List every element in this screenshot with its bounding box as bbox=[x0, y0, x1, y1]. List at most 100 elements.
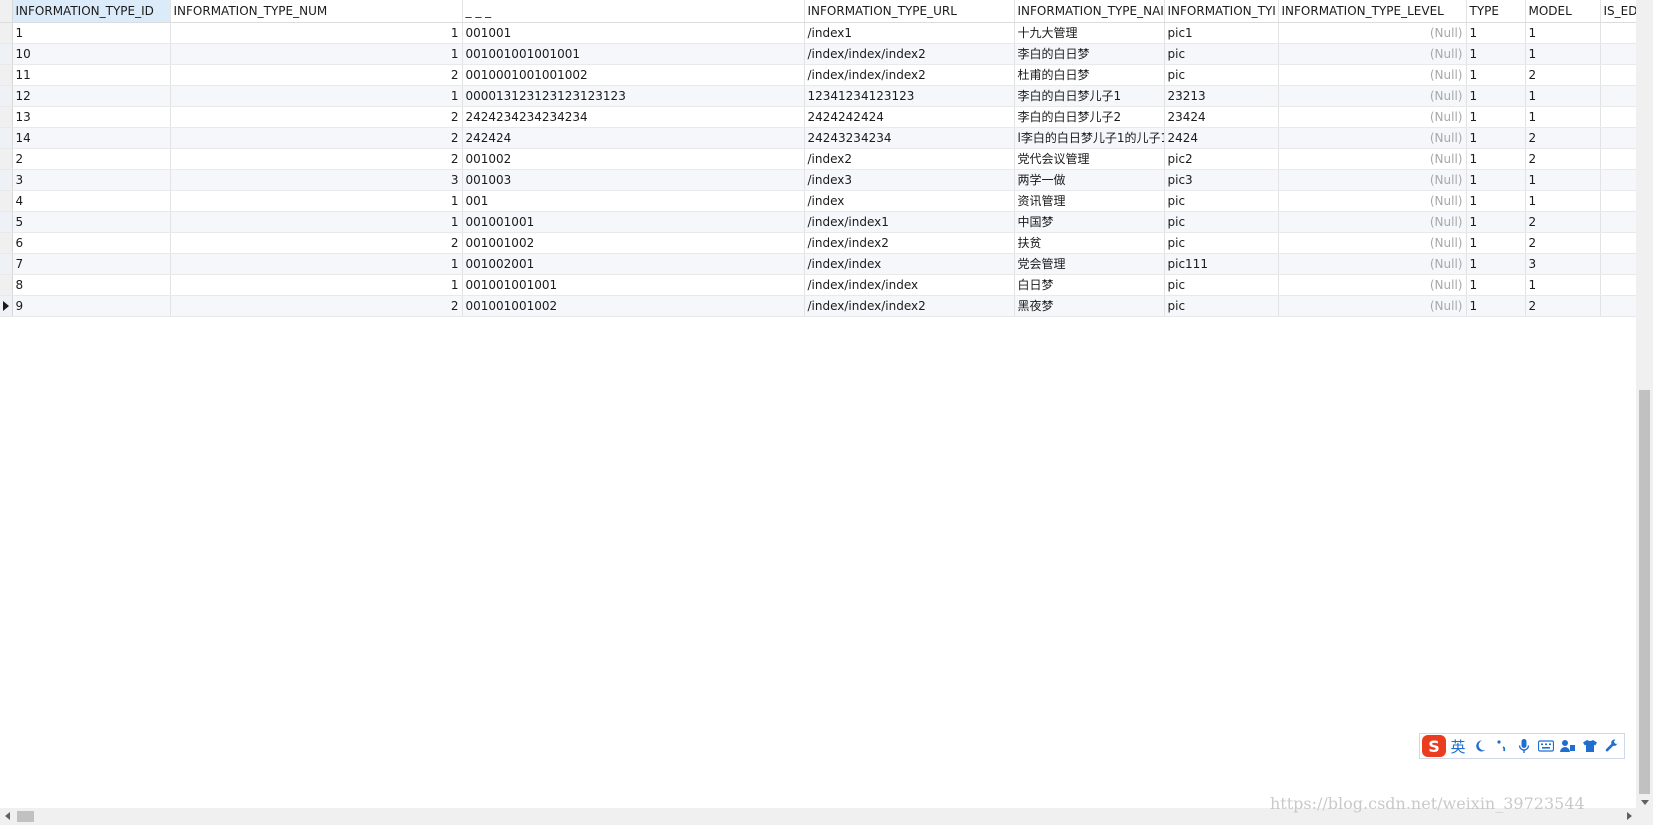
cell-is-edit[interactable] bbox=[1600, 43, 1636, 65]
cell-level[interactable]: (Null) bbox=[1278, 274, 1467, 296]
cell-level[interactable]: (Null) bbox=[1278, 190, 1467, 212]
cell-type[interactable]: 1 bbox=[1466, 169, 1526, 191]
cell-name[interactable]: 李白的白日梦 bbox=[1014, 43, 1165, 65]
cell-name[interactable]: 中国梦 bbox=[1014, 211, 1165, 233]
scroll-down-arrow-icon[interactable] bbox=[1641, 800, 1649, 805]
cell-level[interactable]: (Null) bbox=[1278, 253, 1467, 275]
cell-code[interactable]: 001001001001001 bbox=[462, 43, 805, 65]
cell-model[interactable]: 1 bbox=[1525, 85, 1601, 107]
cell-url[interactable]: /index/index bbox=[804, 253, 1015, 275]
cell-id[interactable]: 12 bbox=[12, 85, 171, 107]
column-header-level[interactable]: INFORMATION_TYPE_LEVEL bbox=[1278, 0, 1467, 23]
cell-num[interactable]: 1 bbox=[170, 85, 463, 107]
row-indicator[interactable] bbox=[0, 43, 13, 65]
punctuation-icon[interactable] bbox=[1492, 735, 1512, 757]
cell-model[interactable]: 2 bbox=[1525, 127, 1601, 149]
table-row[interactable]: 5 1 001001001/index/index1 中国梦 pic (Null) 1 2 bbox=[0, 211, 1636, 233]
horizontal-scroll-thumb[interactable] bbox=[17, 811, 34, 822]
row-indicator[interactable] bbox=[0, 148, 13, 170]
cell-type[interactable]: 1 bbox=[1466, 127, 1526, 149]
cell-id[interactable]: 6 bbox=[12, 232, 171, 254]
table-row[interactable]: 7 1 001002001/index/index 党会管理 pic111 (Null) 1… bbox=[0, 253, 1636, 275]
cell-level[interactable]: (Null) bbox=[1278, 43, 1467, 65]
cell-num[interactable]: 2 bbox=[170, 148, 463, 170]
cell-id[interactable]: 1 bbox=[12, 22, 171, 44]
cell-type[interactable]: 1 bbox=[1466, 43, 1526, 65]
vertical-scroll-thumb[interactable] bbox=[1639, 390, 1650, 794]
cell-type[interactable]: 1 bbox=[1466, 190, 1526, 212]
cell-type[interactable]: 1 bbox=[1466, 85, 1526, 107]
cell-code[interactable]: 001001001 bbox=[462, 211, 805, 233]
cell-type[interactable]: 1 bbox=[1466, 274, 1526, 296]
cell-num[interactable]: 2 bbox=[170, 127, 463, 149]
table-row[interactable]: 10 1 001001001001001/index/index/index2 李白的… bbox=[0, 43, 1636, 65]
row-indicator[interactable] bbox=[0, 253, 13, 275]
cell-name[interactable]: 李白的白日梦儿子2 bbox=[1014, 106, 1165, 128]
cell-code[interactable]: 001001001001 bbox=[462, 274, 805, 296]
ime-toolbar[interactable]: S 英 bbox=[1419, 733, 1625, 759]
table-row[interactable]: 6 2 001001002/index/index2 扶贫 pic (Null) 1 2 bbox=[0, 232, 1636, 254]
cell-name[interactable]: 资讯管理 bbox=[1014, 190, 1165, 212]
scroll-right-arrow-icon[interactable] bbox=[1627, 812, 1632, 820]
cell-name[interactable]: 李白的白日梦儿子1 bbox=[1014, 85, 1165, 107]
cell-is-edit[interactable] bbox=[1600, 106, 1636, 128]
column-header-num[interactable]: INFORMATION_TYPE_NUM bbox=[170, 0, 463, 23]
table-row[interactable]: 11 2 0010001001001002/index/index/index2 杜甫… bbox=[0, 64, 1636, 86]
cell-id[interactable]: 5 bbox=[12, 211, 171, 233]
cell-num[interactable]: 2 bbox=[170, 232, 463, 254]
cell-id[interactable]: 14 bbox=[12, 127, 171, 149]
cell-name[interactable]: 杜甫的白日梦 bbox=[1014, 64, 1165, 86]
cell-type-icon[interactable]: 23213 bbox=[1164, 85, 1279, 107]
column-header-url[interactable]: INFORMATION_TYPE_URL bbox=[804, 0, 1015, 23]
cell-url[interactable]: 2424242424 bbox=[804, 106, 1015, 128]
cell-type[interactable]: 1 bbox=[1466, 253, 1526, 275]
cell-model[interactable]: 2 bbox=[1525, 64, 1601, 86]
row-indicator[interactable] bbox=[0, 295, 13, 317]
cell-type-icon[interactable]: pic bbox=[1164, 211, 1279, 233]
cell-model[interactable]: 1 bbox=[1525, 43, 1601, 65]
cell-name[interactable]: 扶贫 bbox=[1014, 232, 1165, 254]
cell-name[interactable]: 两学一做 bbox=[1014, 169, 1165, 191]
cell-level[interactable]: (Null) bbox=[1278, 148, 1467, 170]
cell-is-edit[interactable] bbox=[1600, 211, 1636, 233]
keyboard-icon[interactable] bbox=[1536, 735, 1556, 757]
cell-id[interactable]: 13 bbox=[12, 106, 171, 128]
cell-is-edit[interactable] bbox=[1600, 85, 1636, 107]
shirt-icon[interactable] bbox=[1580, 735, 1600, 757]
moon-icon[interactable] bbox=[1470, 735, 1490, 757]
cell-url[interactable]: /index2 bbox=[804, 148, 1015, 170]
table-row[interactable]: 9 2 001001001002/index/index/index2 黑夜梦 pic(… bbox=[0, 295, 1636, 317]
cell-is-edit[interactable] bbox=[1600, 295, 1636, 317]
cell-id[interactable]: 8 bbox=[12, 274, 171, 296]
cell-level[interactable]: (Null) bbox=[1278, 169, 1467, 191]
cell-name[interactable]: l李白的白日梦儿子1的儿子1 bbox=[1014, 127, 1165, 149]
cell-num[interactable]: 3 bbox=[170, 169, 463, 191]
cell-id[interactable]: 11 bbox=[12, 64, 171, 86]
row-indicator[interactable] bbox=[0, 85, 13, 107]
cell-num[interactable]: 2 bbox=[170, 64, 463, 86]
user-icon[interactable] bbox=[1558, 735, 1578, 757]
cell-type[interactable]: 1 bbox=[1466, 211, 1526, 233]
cell-id[interactable]: 3 bbox=[12, 169, 171, 191]
cell-url[interactable]: /index/index/index2 bbox=[804, 64, 1015, 86]
row-indicator[interactable] bbox=[0, 64, 13, 86]
cell-type-icon[interactable]: pic bbox=[1164, 274, 1279, 296]
cell-num[interactable]: 2 bbox=[170, 295, 463, 317]
table-row[interactable]: 3 3 001003/index3 两学一做 pic3 (Null) 1 1 bbox=[0, 169, 1636, 191]
cell-url[interactable]: /index1 bbox=[804, 22, 1015, 44]
cell-url[interactable]: /index/index2 bbox=[804, 232, 1015, 254]
cell-is-edit[interactable] bbox=[1600, 148, 1636, 170]
cell-level[interactable]: (Null) bbox=[1278, 85, 1467, 107]
column-header-id[interactable]: INFORMATION_TYPE_ID bbox=[12, 0, 171, 23]
cell-id[interactable]: 9 bbox=[12, 295, 171, 317]
cell-num[interactable]: 1 bbox=[170, 190, 463, 212]
cell-type-icon[interactable]: pic1 bbox=[1164, 22, 1279, 44]
ime-mode-toggle[interactable]: 英 bbox=[1448, 735, 1468, 757]
cell-url[interactable]: 12341234123123 bbox=[804, 85, 1015, 107]
column-header-model[interactable]: MODEL bbox=[1525, 0, 1601, 23]
cell-id[interactable]: 2 bbox=[12, 148, 171, 170]
cell-type-icon[interactable]: pic bbox=[1164, 232, 1279, 254]
cell-name[interactable]: 黑夜梦 bbox=[1014, 295, 1165, 317]
column-header-code[interactable]: _ _ _ bbox=[462, 0, 805, 23]
cell-url[interactable]: /index bbox=[804, 190, 1015, 212]
